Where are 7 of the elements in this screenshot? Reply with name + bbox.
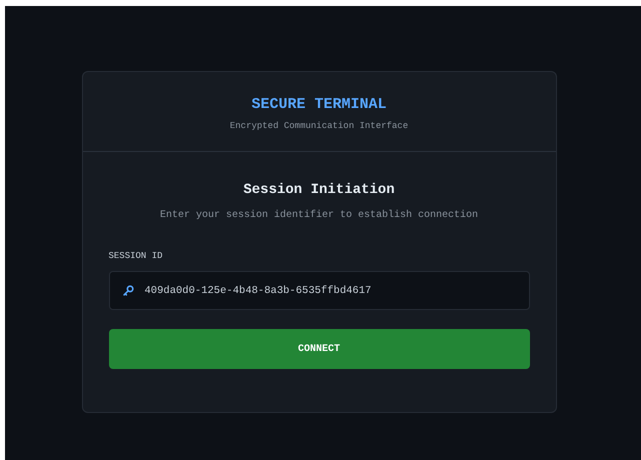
section-description: Enter your session identifier to establish connection — [158, 210, 480, 221]
connect-button[interactable]: CONNECT — [108, 329, 530, 369]
app-title: SECURE TERMINAL — [251, 96, 387, 113]
field-label: SESSION ID — [108, 251, 164, 261]
session-id-field[interactable]: 409da0d0-125e-4b48-8a3b-6535ffbd4617 — [108, 271, 530, 310]
section-title: Session Initiation — [242, 182, 396, 198]
app-subtitle: Encrypted Communication Interface — [230, 121, 408, 131]
